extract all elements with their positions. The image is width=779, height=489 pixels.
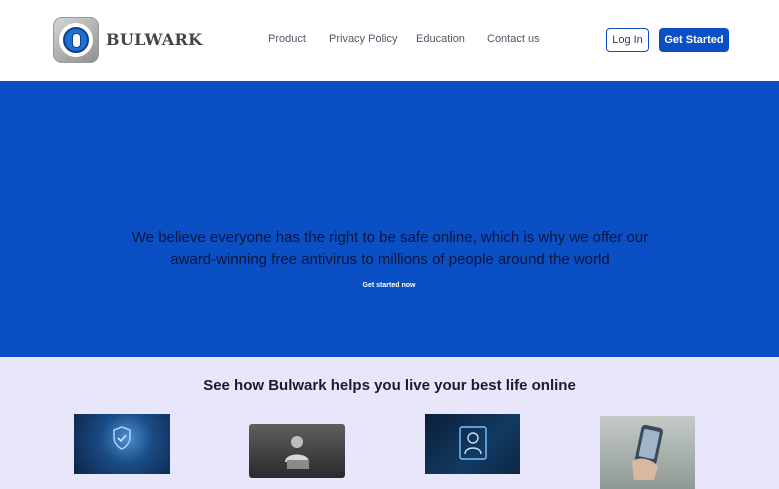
login-button[interactable]: Log In <box>606 28 649 52</box>
shield-hand-icon <box>113 426 131 450</box>
feature-image-phone[interactable] <box>600 416 695 489</box>
nav-item-product[interactable]: Product <box>268 33 306 45</box>
feature-image-person[interactable] <box>249 424 345 478</box>
logo-inner <box>63 27 89 53</box>
phone-hand-icon <box>632 424 663 480</box>
hero-banner: We believe everyone has the right to be … <box>0 81 779 357</box>
nav-item-contact-us[interactable]: Contact us <box>487 33 540 45</box>
person-laptop-icon <box>285 436 309 469</box>
nav-item-privacy-policy[interactable]: Privacy Policy <box>329 33 397 45</box>
section-title: See how Bulwark helps you live your best… <box>203 377 576 394</box>
security-dashboard-icon <box>459 426 487 460</box>
site-header: BULWARK Product Privacy Policy Education… <box>0 0 779 81</box>
logo-ring <box>59 23 93 57</box>
feature-image-dashboard[interactable] <box>425 414 520 474</box>
hero-text: We believe everyone has the right to be … <box>131 229 649 268</box>
nav-item-education[interactable]: Education <box>416 33 465 45</box>
keyhole-icon <box>72 33 81 48</box>
feature-image-shield[interactable] <box>74 414 170 474</box>
logo-icon[interactable] <box>53 17 99 63</box>
brand-name[interactable]: BULWARK <box>106 30 202 49</box>
get-started-now-link[interactable]: Get started now <box>339 282 439 289</box>
get-started-button[interactable]: Get Started <box>659 28 729 52</box>
